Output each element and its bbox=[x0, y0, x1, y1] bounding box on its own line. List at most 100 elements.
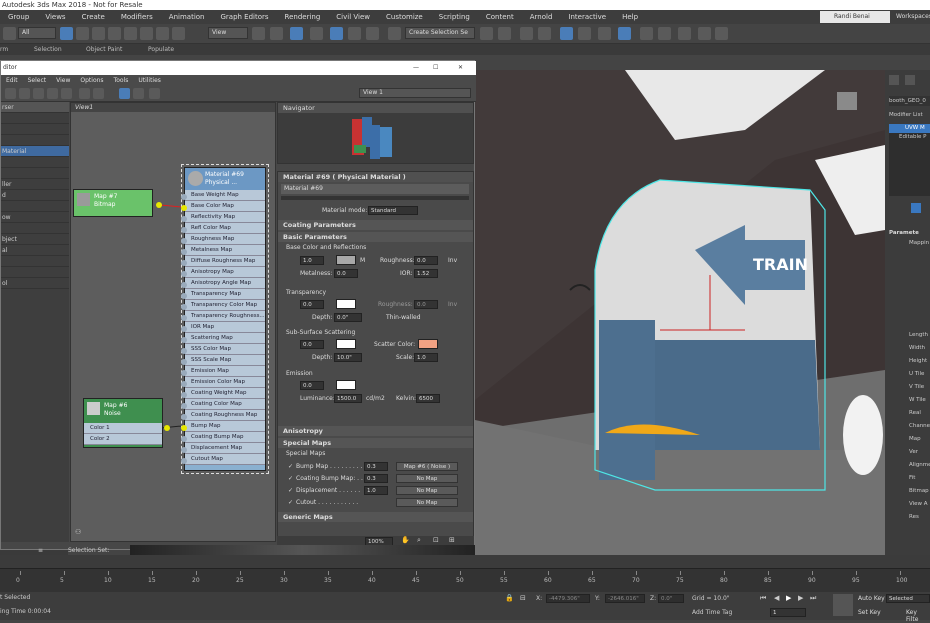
create-tab-icon[interactable] bbox=[889, 75, 899, 85]
material-slot[interactable]: Metalness Map bbox=[185, 245, 265, 256]
transparency-spinner[interactable]: 0.0 bbox=[300, 300, 324, 309]
go-to-end-icon[interactable]: ⏭ bbox=[810, 594, 816, 603]
rectangular-selection-icon[interactable] bbox=[92, 27, 105, 40]
browser-item[interactable]: d bbox=[1, 190, 69, 201]
angle-snap-icon[interactable] bbox=[330, 27, 343, 40]
show-background-icon[interactable] bbox=[133, 88, 144, 99]
menu-item-graph-editors[interactable]: Graph Editors bbox=[212, 10, 276, 24]
move-children-icon[interactable] bbox=[79, 88, 90, 99]
luminance-spinner[interactable]: 1500.0 bbox=[334, 394, 362, 403]
render-cloud-icon[interactable] bbox=[715, 27, 728, 40]
pan-icon[interactable]: ✋ bbox=[401, 536, 410, 544]
browser-item[interactable]: ow bbox=[1, 212, 69, 223]
curve-editor-icon[interactable] bbox=[560, 27, 573, 40]
emission-spinner[interactable]: 0.0 bbox=[300, 381, 324, 390]
sme-menu-utilities[interactable]: Utilities bbox=[133, 75, 166, 86]
noise-output-socket[interactable] bbox=[164, 425, 170, 431]
thin-walled-checkbox[interactable]: Thin-walled bbox=[386, 314, 421, 321]
transparency-depth-spinner[interactable]: 0.0" bbox=[334, 313, 362, 322]
user-account-button[interactable]: Randi Benai bbox=[820, 11, 890, 23]
binoculars-icon[interactable]: ⚇ bbox=[75, 528, 81, 536]
pivot-icon[interactable] bbox=[252, 27, 265, 40]
material-editor-icon[interactable] bbox=[598, 27, 611, 40]
material-slot[interactable]: Scattering Map bbox=[185, 333, 265, 344]
material-slot-socket[interactable] bbox=[181, 326, 187, 332]
add-time-tag[interactable]: Add Time Tag bbox=[692, 609, 732, 616]
material-slot-socket[interactable] bbox=[181, 436, 187, 442]
kelvin-spinner[interactable]: 6500 bbox=[416, 394, 440, 403]
basic-rollout[interactable]: Basic Parameters bbox=[278, 232, 473, 242]
key-mode-dropdown[interactable]: Selected bbox=[886, 594, 930, 603]
material-slot[interactable]: SSS Scale Map bbox=[185, 355, 265, 366]
material-slot[interactable]: Anisotropy Angle Map bbox=[185, 278, 265, 289]
material-slot[interactable]: Coating Bump Map bbox=[185, 432, 265, 443]
special-map-checkbox[interactable]: ✓ bbox=[288, 463, 293, 470]
material-slot-socket[interactable] bbox=[181, 447, 187, 453]
material-slot-socket[interactable] bbox=[181, 425, 187, 431]
undo-icon[interactable] bbox=[3, 27, 16, 40]
browser-item[interactable] bbox=[1, 157, 69, 168]
scatter-color-swatch[interactable] bbox=[418, 339, 438, 349]
material-node[interactable]: Material #69 Physical ... Base Weight Ma… bbox=[181, 164, 269, 474]
special-map-checkbox[interactable]: ✓ bbox=[288, 487, 293, 494]
menu-item-scripting[interactable]: Scripting bbox=[431, 10, 478, 24]
material-slot-socket[interactable] bbox=[181, 293, 187, 299]
material-slot-socket[interactable] bbox=[181, 249, 187, 255]
material-slot[interactable]: Bump Map bbox=[185, 421, 265, 432]
material-slot[interactable]: Coating Color Map bbox=[185, 399, 265, 410]
select-manipulate-icon[interactable] bbox=[270, 27, 283, 40]
sme-menu-select[interactable]: Select bbox=[23, 75, 52, 86]
navigator-preview[interactable] bbox=[352, 117, 402, 161]
sme-menu-view[interactable]: View bbox=[51, 75, 75, 86]
material-slot[interactable]: IOR Map bbox=[185, 322, 265, 333]
menu-item-modifiers[interactable]: Modifiers bbox=[113, 10, 161, 24]
toggle-scene-explorer-icon[interactable] bbox=[520, 27, 533, 40]
noise-slot-color2[interactable]: Color 2 bbox=[84, 434, 162, 445]
ribbon-tab-populate[interactable]: Populate bbox=[148, 44, 174, 55]
noise-node[interactable]: Map #6 Noise Color 1 Color 2 bbox=[83, 398, 170, 448]
key-filters-button[interactable]: Key Filte bbox=[906, 609, 930, 623]
material-slot[interactable]: Base Color Map bbox=[185, 201, 265, 212]
ribbon-tab-selection[interactable]: Selection bbox=[34, 44, 62, 55]
menu-item-create[interactable]: Create bbox=[74, 10, 113, 24]
sme-menu-tools[interactable]: Tools bbox=[109, 75, 134, 86]
render-iterative-icon[interactable] bbox=[678, 27, 691, 40]
align-icon[interactable] bbox=[498, 27, 511, 40]
browser-item[interactable] bbox=[1, 124, 69, 135]
browser-item[interactable] bbox=[1, 223, 69, 234]
browser-item[interactable]: bject bbox=[1, 234, 69, 245]
roughness-spinner[interactable]: 0.0 bbox=[414, 256, 438, 265]
special-map-button[interactable]: No Map bbox=[396, 474, 458, 483]
coating-rollout[interactable]: Coating Parameters bbox=[278, 220, 473, 230]
render-production-icon[interactable] bbox=[658, 27, 671, 40]
material-slot-socket[interactable] bbox=[181, 359, 187, 365]
noise-slot-color1[interactable]: Color 1 bbox=[84, 423, 162, 434]
ior-spinner[interactable]: 1.52 bbox=[414, 269, 438, 278]
browser-item[interactable] bbox=[1, 267, 69, 278]
material-slot[interactable]: Transparency Color Map bbox=[185, 300, 265, 311]
select-tool-icon[interactable] bbox=[5, 88, 16, 99]
material-slot[interactable]: Cutout Map bbox=[185, 454, 265, 465]
luminance-unit[interactable]: cd/m2 bbox=[366, 395, 385, 402]
close-icon[interactable]: ✕ bbox=[458, 61, 463, 75]
next-frame-icon[interactable]: ▶ bbox=[798, 594, 803, 602]
put-to-scene-icon[interactable] bbox=[33, 88, 44, 99]
go-to-start-icon[interactable]: ⏮ bbox=[760, 594, 766, 603]
stack-item-uvw[interactable]: UVW M bbox=[889, 124, 930, 133]
selection-filter-dropdown[interactable]: All bbox=[18, 27, 56, 39]
material-slot-socket[interactable] bbox=[181, 227, 187, 233]
material-slot[interactable]: Displacement Map bbox=[185, 443, 265, 454]
zoom-icon[interactable]: ⌕ bbox=[417, 536, 421, 545]
special-maps-rollout[interactable]: Special Maps bbox=[278, 438, 473, 448]
percent-snap-icon[interactable] bbox=[348, 27, 361, 40]
perspective-viewport[interactable]: TRAIN bbox=[475, 70, 885, 555]
select-object-icon[interactable] bbox=[60, 27, 73, 40]
mirror-icon[interactable] bbox=[480, 27, 493, 40]
base-weight-spinner[interactable]: 1.0 bbox=[300, 256, 324, 265]
browser-item[interactable] bbox=[1, 256, 69, 267]
material-slot[interactable]: Refl Color Map bbox=[185, 223, 265, 234]
anisotropy-rollout[interactable]: Anisotropy bbox=[278, 426, 473, 436]
material-slot[interactable]: Diffuse Roughness Map bbox=[185, 256, 265, 267]
browser-item[interactable] bbox=[1, 113, 69, 124]
previous-frame-icon[interactable]: ◀ bbox=[774, 594, 779, 602]
